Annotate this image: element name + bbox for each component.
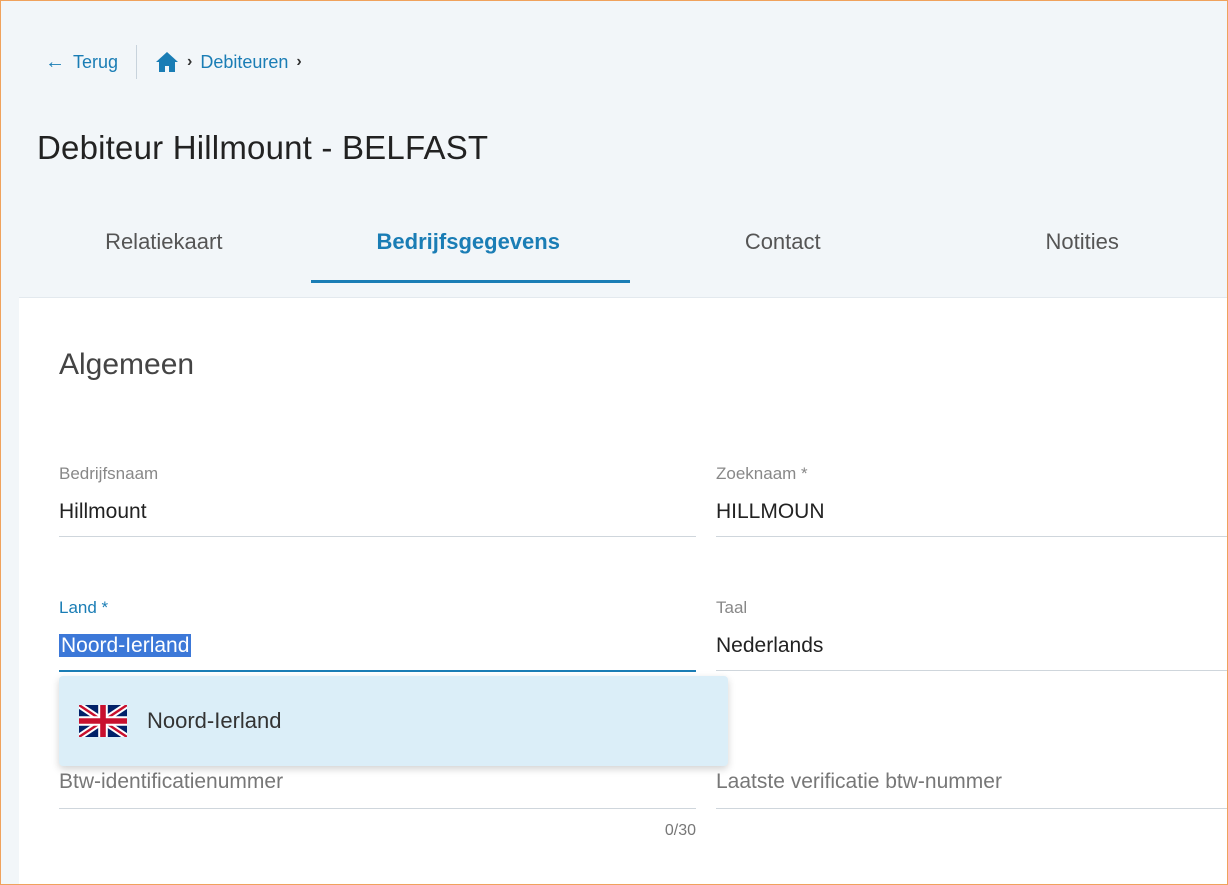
breadcrumb-debiteuren[interactable]: Debiteuren bbox=[200, 52, 288, 73]
land-dropdown-option[interactable]: Noord-Ierland bbox=[59, 676, 728, 766]
tab-bedrijfsgegevens[interactable]: Bedrijfsgegevens bbox=[309, 201, 631, 283]
uk-flag-icon bbox=[79, 705, 127, 737]
verificatie-underline bbox=[716, 808, 1227, 809]
land-field[interactable]: Land * Noord-Ierland bbox=[59, 598, 696, 672]
verificatie-field[interactable]: Laatste verificatie btw-nummer bbox=[716, 770, 1227, 809]
back-label: Terug bbox=[73, 51, 119, 72]
taal-label: Taal bbox=[716, 598, 748, 617]
bedrijfsnaam-field[interactable]: Bedrijfsnaam Hillmount bbox=[59, 464, 696, 537]
taal-input[interactable]: Nederlands bbox=[716, 634, 1227, 662]
btw-input[interactable]: Btw-identificatienummer bbox=[59, 770, 696, 794]
back-button[interactable]: ← Terug bbox=[45, 52, 118, 73]
land-selected-text: Noord-Ierland bbox=[59, 634, 192, 657]
taal-field[interactable]: Taal Nederlands bbox=[716, 598, 1227, 671]
bedrijfsnaam-label: Bedrijfsnaam bbox=[59, 464, 159, 483]
taal-underline bbox=[716, 670, 1227, 671]
top-navigation: ← Terug › Debiteuren › bbox=[45, 45, 310, 79]
btw-counter: 0/30 bbox=[664, 822, 696, 839]
chevron-right-icon: › bbox=[187, 53, 193, 70]
land-label: Land * bbox=[59, 598, 109, 617]
section-title: Algemeen bbox=[59, 348, 195, 381]
chevron-right-icon: › bbox=[296, 53, 302, 70]
tab-relatiekaart[interactable]: Relatiekaart bbox=[19, 201, 309, 283]
land-input[interactable]: Noord-Ierland bbox=[59, 634, 696, 662]
tab-bar: Relatiekaart Bedrijfsgegevens Contact No… bbox=[19, 201, 1227, 283]
btw-underline bbox=[59, 808, 696, 809]
zoeknaam-input[interactable]: HILLMOUN bbox=[716, 500, 1227, 528]
page-title: Debiteur Hillmount - BELFAST bbox=[37, 129, 489, 166]
bedrijfsnaam-underline bbox=[59, 536, 696, 537]
form-card: Algemeen Bedrijfsnaam Hillmount Zoeknaam… bbox=[19, 297, 1227, 884]
arrow-left-icon: ← bbox=[45, 51, 65, 73]
tab-notities[interactable]: Notities bbox=[937, 201, 1227, 283]
btw-field[interactable]: Btw-identificatienummer bbox=[59, 770, 696, 809]
tab-contact[interactable]: Contact bbox=[628, 201, 937, 283]
dropdown-option-label: Noord-Ierland bbox=[147, 708, 282, 733]
nav-divider bbox=[136, 45, 138, 79]
land-underline bbox=[59, 670, 696, 672]
zoeknaam-label: Zoeknaam * bbox=[716, 464, 808, 483]
zoeknaam-field[interactable]: Zoeknaam * HILLMOUN bbox=[716, 464, 1227, 537]
home-icon[interactable] bbox=[155, 51, 179, 73]
zoeknaam-underline bbox=[716, 536, 1227, 537]
app-frame: ← Terug › Debiteuren › Debiteur Hillmoun… bbox=[0, 0, 1228, 885]
verificatie-input[interactable]: Laatste verificatie btw-nummer bbox=[716, 770, 1227, 794]
bedrijfsnaam-input[interactable]: Hillmount bbox=[59, 500, 696, 528]
